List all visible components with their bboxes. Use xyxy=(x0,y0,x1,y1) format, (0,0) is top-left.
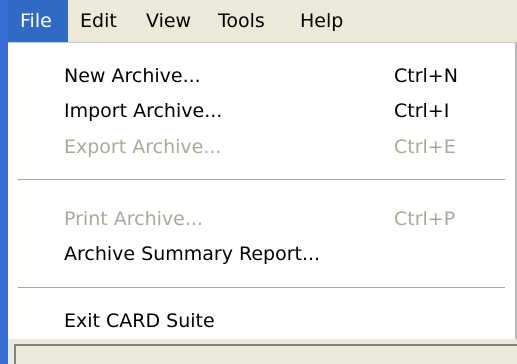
application-window: File Edit View Tools Help New Archive...… xyxy=(0,0,517,364)
menu-separator xyxy=(18,179,505,181)
menu-item-shortcut: Ctrl+I xyxy=(394,100,450,122)
menu-item-export-archive: Export Archive... Ctrl+E xyxy=(8,130,503,164)
menu-bar: File Edit View Tools Help xyxy=(8,0,517,42)
menu-help[interactable]: Help xyxy=(288,0,355,42)
content-panel-frame xyxy=(14,344,517,364)
menu-view[interactable]: View xyxy=(134,0,203,42)
menu-item-label: Archive Summary Report... xyxy=(64,243,321,265)
menu-item-new-archive[interactable]: New Archive... Ctrl+N xyxy=(8,59,503,93)
menu-item-print-archive: Print Archive... Ctrl+P xyxy=(8,202,503,236)
menu-item-shortcut: Ctrl+E xyxy=(394,136,456,158)
menu-tools[interactable]: Tools xyxy=(206,0,277,42)
menu-edit[interactable]: Edit xyxy=(68,0,129,42)
menu-item-label: Export Archive... xyxy=(64,136,222,158)
menu-item-label: Import Archive... xyxy=(64,100,223,122)
file-dropdown-menu: New Archive... Ctrl+N Import Archive... … xyxy=(8,42,517,339)
menu-item-shortcut: Ctrl+P xyxy=(394,208,456,230)
menu-item-import-archive[interactable]: Import Archive... Ctrl+I xyxy=(8,94,503,128)
menu-item-label: Exit CARD Suite xyxy=(64,310,215,332)
menu-item-archive-summary-report[interactable]: Archive Summary Report... xyxy=(8,237,503,271)
menu-item-exit-card-suite[interactable]: Exit CARD Suite xyxy=(8,304,503,338)
menu-file[interactable]: File xyxy=(8,0,68,42)
menu-separator xyxy=(18,287,505,289)
menu-item-label: New Archive... xyxy=(64,65,201,87)
menu-item-label: Print Archive... xyxy=(64,208,203,230)
menu-item-shortcut: Ctrl+N xyxy=(394,65,458,87)
window-left-border xyxy=(0,0,8,364)
